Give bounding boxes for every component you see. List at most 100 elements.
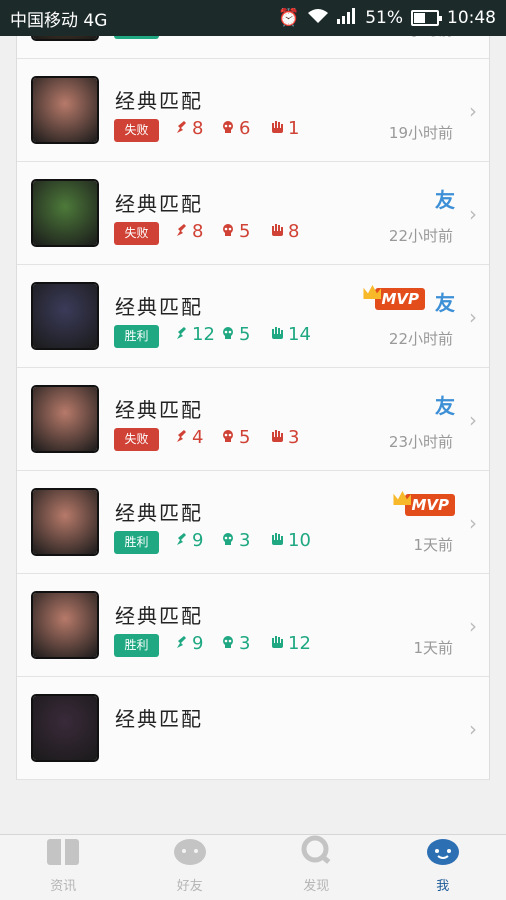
friend-badge: 友	[435, 188, 455, 212]
champion-avatar	[31, 36, 99, 41]
deaths-stat: 6	[221, 118, 250, 139]
deaths-value: 5	[239, 324, 251, 345]
tab-label: 我	[436, 879, 450, 894]
assists-value: 10	[288, 530, 311, 551]
kills-value: 9	[192, 530, 204, 551]
assists-value: 3	[288, 427, 300, 448]
mvp-label: MVP	[405, 494, 455, 516]
kills-value: 12	[192, 324, 215, 345]
champion-avatar	[31, 488, 99, 556]
match-row[interactable]: 经典匹配 失败 8 6 1 19小时前 ›	[17, 59, 489, 162]
kills-icon	[174, 221, 188, 242]
match-time: 19小时前	[388, 124, 453, 142]
assists-stat: 3	[270, 427, 299, 448]
friends-icon	[171, 835, 209, 871]
assists-stat: 10	[270, 530, 311, 551]
deaths-stat: 3	[221, 633, 250, 654]
tab-friends[interactable]: 好友	[127, 835, 254, 900]
deaths-icon	[221, 427, 235, 448]
friend-badge: 友	[435, 394, 455, 418]
assists-icon	[270, 530, 284, 551]
tab-search[interactable]: 发现	[253, 835, 380, 900]
result-badge: 胜利	[114, 634, 159, 657]
kills-icon	[174, 324, 188, 345]
chevron-right-icon: ›	[469, 614, 477, 638]
champion-avatar	[31, 76, 99, 144]
kills-value: 9	[192, 633, 204, 654]
assists-stat: 14	[270, 324, 311, 345]
result-badge: 失败	[114, 428, 159, 451]
mvp-badge: MVP	[393, 491, 455, 517]
clock: 10:48	[447, 8, 496, 28]
battery-percent: 51%	[365, 8, 403, 28]
kills-icon	[174, 530, 188, 551]
result-badge: 胜利	[114, 36, 159, 39]
chevron-right-icon: ›	[469, 99, 477, 123]
match-time: 23小时前	[388, 433, 453, 451]
match-row[interactable]: 经典匹配 失败 8 5 8 22小时前 友 ›	[17, 162, 489, 265]
deaths-value: 5	[239, 427, 251, 448]
deaths-value: 3	[239, 633, 251, 654]
match-history-list[interactable]: 经典匹配 胜利 14 6 18 13小时前› 经典匹配 失败 8 6	[0, 36, 506, 834]
deaths-icon	[221, 118, 235, 139]
assists-stat: 8	[270, 221, 299, 242]
assists-icon	[270, 427, 284, 448]
match-row[interactable]: 经典匹配 ›	[17, 677, 489, 780]
deaths-value: 5	[239, 221, 251, 242]
assists-stat: 1	[270, 118, 299, 139]
tab-label: 好友	[176, 879, 203, 894]
tab-book[interactable]: 资讯	[0, 835, 127, 900]
champion-avatar	[31, 385, 99, 453]
kills-stat: 4	[174, 427, 203, 448]
kills-stat: 9	[174, 530, 203, 551]
champion-avatar	[31, 694, 99, 762]
deaths-icon	[221, 633, 235, 654]
kills-value: 8	[192, 118, 204, 139]
match-time: 1天前	[413, 639, 453, 657]
champion-avatar	[31, 282, 99, 350]
tab-label: 发现	[303, 879, 330, 894]
kills-icon	[174, 118, 188, 139]
tab-label: 资讯	[50, 879, 77, 894]
match-mode: 经典匹配	[115, 707, 203, 731]
assists-icon	[270, 221, 284, 242]
kills-value: 4	[192, 427, 204, 448]
match-time: 13小时前	[389, 36, 453, 40]
deaths-icon	[221, 530, 235, 551]
match-row[interactable]: 经典匹配 胜利 9 3 12 1天前 ›	[17, 574, 489, 677]
mvp-badge: MVP	[363, 285, 425, 311]
assists-icon	[270, 633, 284, 654]
friend-badge: 友	[435, 291, 455, 315]
match-mode: 经典匹配	[115, 604, 203, 628]
assists-value: 8	[288, 221, 300, 242]
match-row[interactable]: 经典匹配 失败 4 5 3 23小时前 友 ›	[17, 368, 489, 471]
chevron-right-icon: ›	[469, 305, 477, 329]
match-mode: 经典匹配	[115, 501, 203, 525]
deaths-stat: 5	[221, 221, 250, 242]
kills-stat: 12	[174, 324, 215, 345]
match-time: 22小时前	[388, 330, 453, 348]
carrier-label: 中国移动 4G	[10, 10, 108, 31]
match-time: 1天前	[413, 536, 453, 554]
chevron-right-icon: ›	[469, 202, 477, 226]
chevron-right-icon: ›	[469, 408, 477, 432]
status-right: ⏰ 51% 10:48	[278, 7, 496, 29]
match-row[interactable]: 经典匹配 胜利 12 5 14 22小时前 友 MVP ›	[17, 265, 489, 368]
assists-icon	[270, 324, 284, 345]
book-icon	[44, 835, 82, 871]
match-mode: 经典匹配	[115, 89, 203, 113]
chevron-right-icon: ›	[469, 717, 477, 741]
deaths-stat: 5	[221, 427, 250, 448]
champion-avatar	[31, 179, 99, 247]
assists-value: 14	[288, 324, 311, 345]
deaths-icon	[221, 221, 235, 242]
match-row[interactable]: 经典匹配 胜利 9 3 10 1天前 MVP ›	[17, 471, 489, 574]
assists-value: 12	[288, 633, 311, 654]
assists-stat: 12	[270, 633, 311, 654]
tab-me[interactable]: 我	[380, 835, 506, 900]
match-time: 22小时前	[388, 227, 453, 245]
match-row[interactable]: 经典匹配 胜利 14 6 18 13小时前›	[17, 36, 489, 59]
result-badge: 胜利	[114, 531, 159, 554]
status-bar: 中国移动 4G ⏰ 51% 10:48	[0, 0, 506, 36]
me-icon	[424, 835, 462, 871]
